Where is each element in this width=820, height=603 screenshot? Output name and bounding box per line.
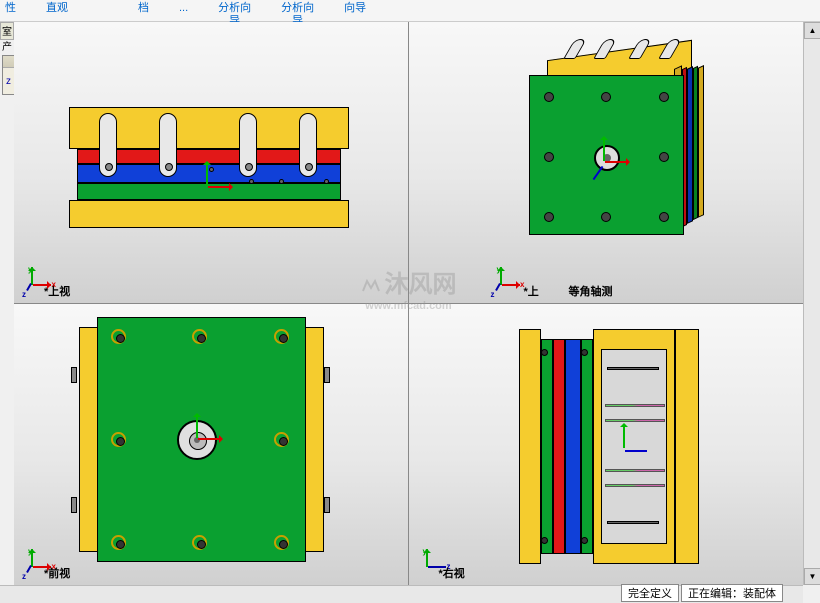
status-editing: 正在编辑：装配体 [681,584,783,602]
origin-triad [172,414,222,464]
z-axis-label: z [6,76,11,87]
menu-bar: 性 直观 档 ... 分析向 导 分析向 导 向导 [0,0,820,22]
view-label-front: *前视 [44,565,70,581]
origin-triad [599,424,649,474]
viewport-area: y x z *上视 [14,22,803,585]
view-label-top: *上视 [44,283,70,299]
view-label-right: *右视 [439,565,465,581]
menu-wizard[interactable]: 向导 [344,2,366,15]
menu-file[interactable]: 档 [138,2,149,15]
origin-triad [579,137,629,187]
viewport-right[interactable]: y z *右视 [409,304,804,586]
horizontal-scrollbar[interactable]: 完全定义 正在编辑：装配体 [0,585,803,603]
origin-triad [182,162,232,212]
view-triad: y x z [489,267,519,297]
viewport-front[interactable]: y x z *前视 [14,304,409,586]
view-label-iso-1: *上 [524,283,539,299]
viewport-top[interactable]: y x z *上视 [14,22,409,304]
view-label-iso-2: 等角轴测 [569,283,613,299]
status-defined: 完全定义 [621,584,679,602]
scroll-up-icon[interactable]: ▲ [804,22,820,39]
menu-properties[interactable]: 性 [5,2,16,15]
viewport-isometric[interactable]: y x z *上 等角轴测 [409,22,804,304]
left-tab-product[interactable]: 室产品 [0,22,14,40]
menu-more[interactable]: ... [179,2,188,15]
scroll-down-icon[interactable]: ▼ [804,568,820,585]
status-bar: 完全定义 正在编辑：装配体 [621,584,783,602]
vertical-scrollbar[interactable]: ▲ ▼ [803,22,820,585]
menu-intuitive[interactable]: 直观 [46,2,68,15]
